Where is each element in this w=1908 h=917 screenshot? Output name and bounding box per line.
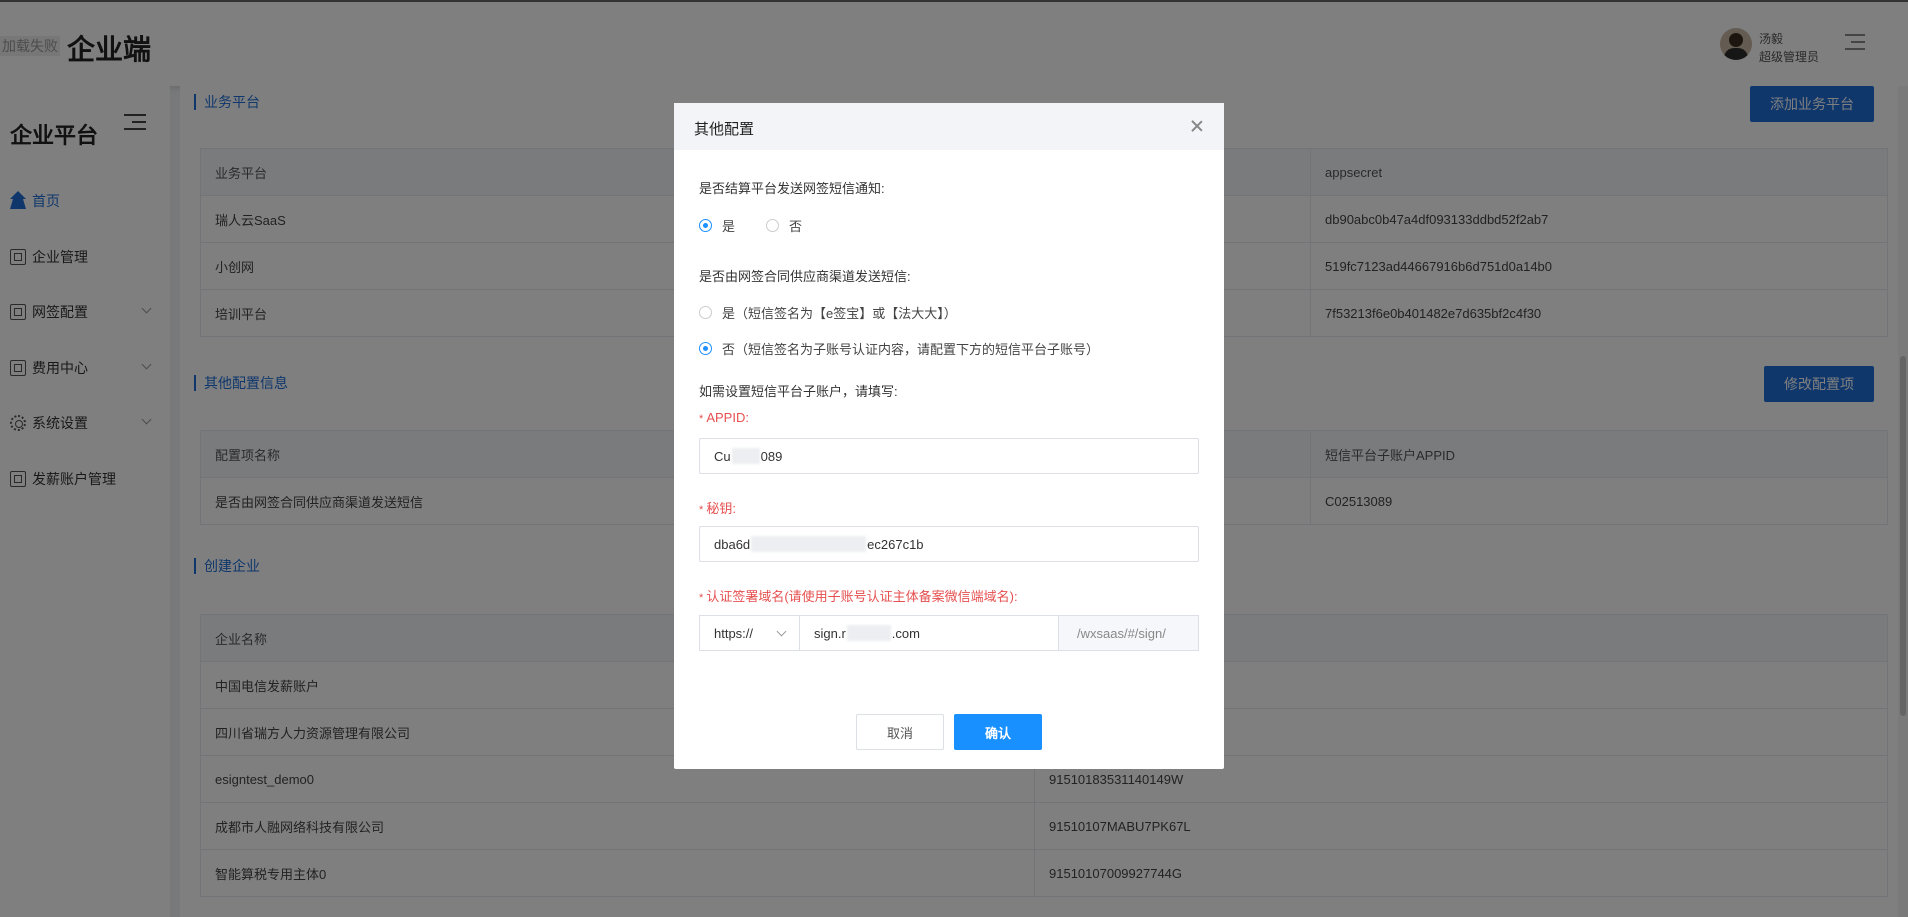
radio-checked-icon <box>699 219 712 232</box>
radio-label: 是（短信签名为【e签宝】或【法大大】） <box>722 306 957 321</box>
protocol-value: https:// <box>714 625 754 641</box>
appid-input[interactable]: Cu 089 <box>699 438 1199 474</box>
radio-unchecked-icon <box>766 219 779 232</box>
other-config-dialog: 其他配置 是否结算平台发送网签短信通知: 是 否 是否由网签合同供应商渠道发送短… <box>674 103 1224 769</box>
secret-label: 秘钥: <box>699 498 736 517</box>
sign-domain-field: https:// sign.r .com /wxsaas/#/sign/ <box>699 615 1199 651</box>
secret-value-start: dba6d <box>714 536 751 552</box>
protocol-select[interactable]: https:// <box>699 615 799 651</box>
vendor-sms-no-radio[interactable]: 否（短信签名为子账号认证内容，请配置下方的短信平台子账号） <box>699 339 1099 358</box>
sign-domain-label: 认证签署域名(请使用子账号认证主体备案微信端域名): <box>699 586 1017 605</box>
vendor-sms-yes-radio[interactable]: 是（短信签名为【e签宝】或【法大大】） <box>699 303 957 322</box>
dialog-title: 其他配置 <box>694 121 755 138</box>
appid-value-start: Cu <box>714 448 731 464</box>
cancel-button[interactable]: 取消 <box>856 714 944 750</box>
radio-label: 否（短信签名为子账号认证内容，请配置下方的短信平台子账号） <box>722 342 1100 357</box>
sms-notify-no-radio[interactable]: 否 <box>766 216 802 235</box>
host-value-end: .com <box>891 625 920 641</box>
domain-host-input[interactable]: sign.r .com <box>799 615 1059 651</box>
appid-label: APPID: <box>699 410 749 425</box>
redacted-mask <box>731 448 760 464</box>
dialog-header: 其他配置 <box>674 103 1224 150</box>
secret-input[interactable]: dba6d ec267c1b <box>699 526 1199 562</box>
sms-notify-question: 是否结算平台发送网签短信通知: <box>699 181 885 196</box>
redacted-mask <box>846 625 891 641</box>
appid-value-end: 089 <box>760 448 783 464</box>
secret-value-end: ec267c1b <box>867 536 924 552</box>
host-value-start: sign.r <box>814 625 846 641</box>
confirm-button[interactable]: 确认 <box>954 714 1042 750</box>
radio-checked-icon <box>699 342 712 355</box>
vendor-sms-question: 是否由网签合同供应商渠道发送短信: <box>699 269 911 284</box>
chevron-down-icon <box>776 626 787 637</box>
close-icon[interactable] <box>1190 119 1204 133</box>
path-suffix: /wxsaas/#/sign/ <box>1059 615 1199 651</box>
redacted-mask <box>751 536 867 552</box>
sms-notify-yes-radio[interactable]: 是 <box>699 216 735 235</box>
radio-label: 否 <box>789 219 803 234</box>
sub-account-hint: 如需设置短信平台子账户，请填写: <box>699 384 898 399</box>
radio-unchecked-icon <box>699 306 712 319</box>
radio-label: 是 <box>722 219 736 234</box>
